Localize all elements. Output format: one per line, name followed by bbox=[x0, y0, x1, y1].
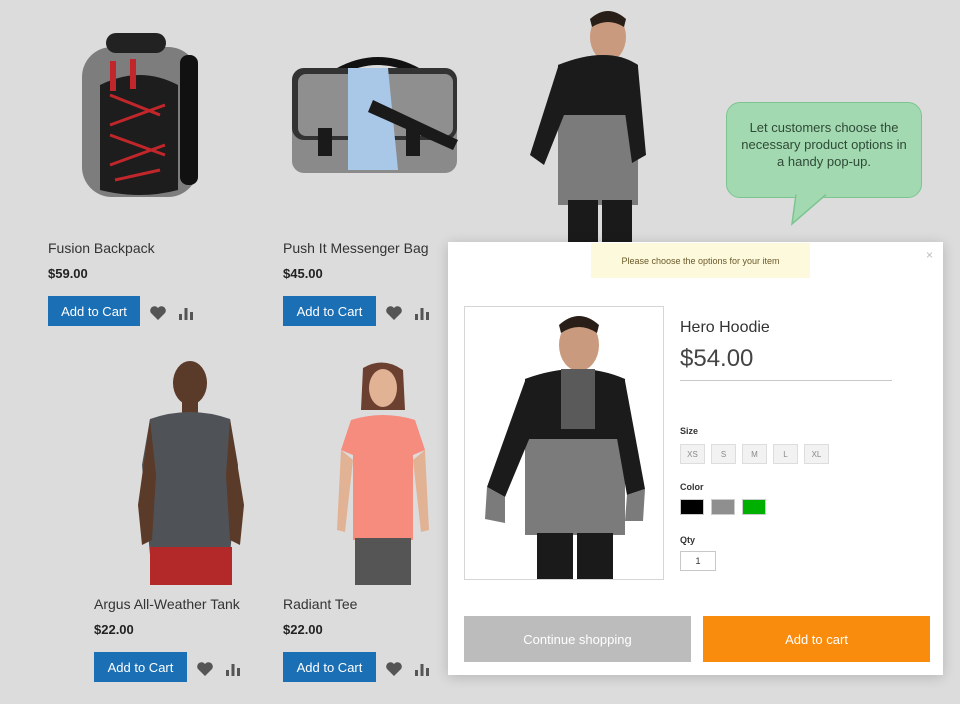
product-image-messenger-bag[interactable] bbox=[288, 50, 463, 180]
color-swatch-gray[interactable] bbox=[711, 499, 735, 515]
heart-icon[interactable] bbox=[385, 660, 403, 678]
callout-bubble: Let customers choose the necessary produ… bbox=[726, 102, 922, 198]
add-to-cart-button[interactable]: Add to Cart bbox=[48, 296, 140, 326]
product-image-backpack[interactable] bbox=[70, 25, 210, 205]
product-image-tee[interactable] bbox=[333, 360, 433, 585]
compare-icon[interactable] bbox=[413, 304, 431, 322]
product-price: $45.00 bbox=[283, 266, 323, 281]
size-label: Size bbox=[680, 426, 699, 436]
product-price: $59.00 bbox=[48, 266, 88, 281]
color-swatch-black[interactable] bbox=[680, 499, 704, 515]
product-image-hero-hoodie[interactable] bbox=[528, 5, 648, 242]
compare-icon[interactable] bbox=[224, 660, 242, 678]
add-to-cart-modal-button[interactable]: Add to cart bbox=[703, 616, 930, 662]
product-name[interactable]: Push It Messenger Bag bbox=[283, 240, 429, 256]
modal-product-price: $54.00 bbox=[680, 345, 754, 372]
qty-label: Qty bbox=[680, 535, 696, 545]
continue-shopping-button[interactable]: Continue shopping bbox=[464, 616, 691, 662]
size-option-s[interactable]: S bbox=[711, 444, 736, 464]
size-options: XS S M L XL bbox=[680, 444, 829, 464]
heart-icon[interactable] bbox=[196, 660, 214, 678]
close-icon[interactable]: × bbox=[926, 248, 933, 262]
color-swatch-green[interactable] bbox=[742, 499, 766, 515]
product-price: $22.00 bbox=[94, 622, 134, 637]
callout-text: Let customers choose the necessary produ… bbox=[741, 120, 907, 169]
compare-icon[interactable] bbox=[177, 304, 195, 322]
product-name[interactable]: Fusion Backpack bbox=[48, 240, 155, 256]
color-options bbox=[680, 499, 766, 515]
heart-icon[interactable] bbox=[385, 304, 403, 322]
notice-message: Please choose the options for your item bbox=[591, 243, 810, 278]
modal-product-name: Hero Hoodie bbox=[680, 319, 770, 336]
size-option-l[interactable]: L bbox=[773, 444, 798, 464]
product-price: $22.00 bbox=[283, 622, 323, 637]
add-to-cart-button[interactable]: Add to Cart bbox=[94, 652, 187, 682]
qty-input[interactable]: 1 bbox=[680, 551, 716, 571]
heart-icon[interactable] bbox=[149, 304, 167, 322]
product-options-modal: × Please choose the options for your ite… bbox=[448, 242, 943, 675]
size-option-m[interactable]: M bbox=[742, 444, 767, 464]
product-image-tank[interactable] bbox=[130, 355, 255, 585]
color-label: Color bbox=[680, 482, 704, 492]
add-to-cart-button[interactable]: Add to Cart bbox=[283, 652, 376, 682]
size-option-xs[interactable]: XS bbox=[680, 444, 705, 464]
divider bbox=[680, 380, 892, 381]
size-option-xl[interactable]: XL bbox=[804, 444, 829, 464]
product-name[interactable]: Argus All-Weather Tank bbox=[94, 596, 240, 612]
add-to-cart-button[interactable]: Add to Cart bbox=[283, 296, 376, 326]
modal-product-image bbox=[464, 306, 664, 580]
compare-icon[interactable] bbox=[413, 660, 431, 678]
product-name[interactable]: Radiant Tee bbox=[283, 596, 357, 612]
callout-tail bbox=[790, 194, 827, 226]
